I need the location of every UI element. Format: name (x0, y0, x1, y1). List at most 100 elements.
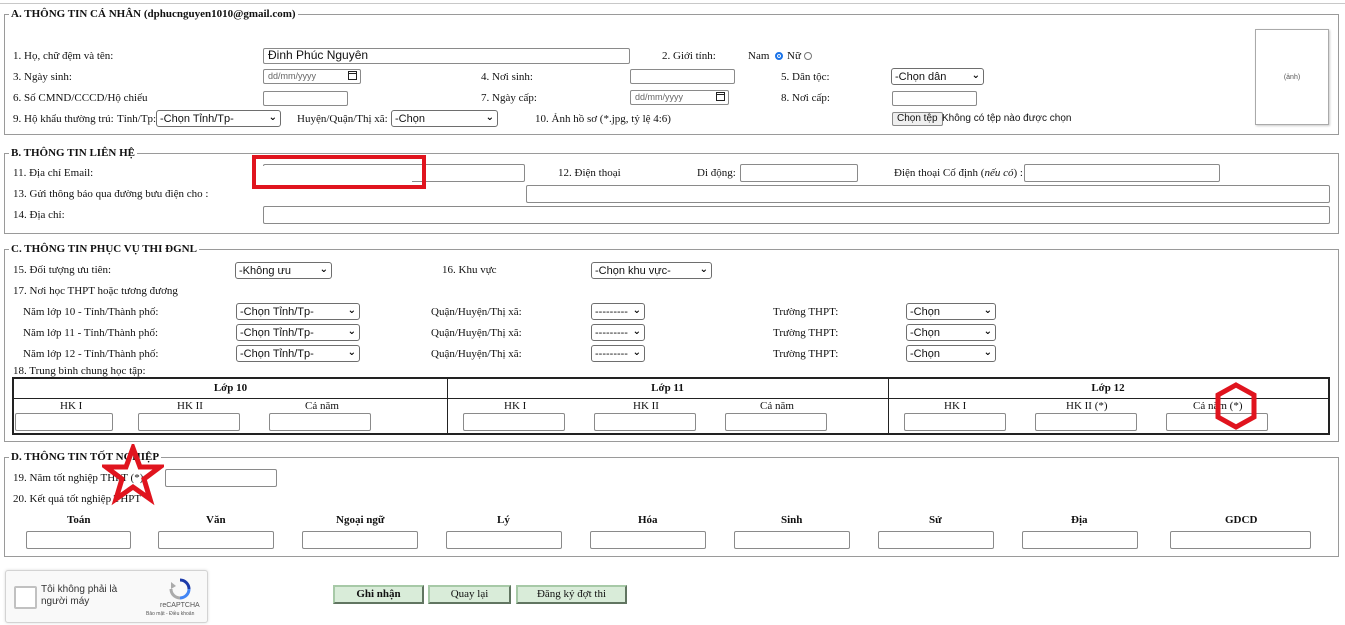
grade12-school-select[interactable]: -Chọn trường- ⌄ (906, 345, 996, 362)
email-redaction (262, 166, 412, 182)
gpa-grade12-hk2-input[interactable] (1035, 413, 1137, 431)
subject-label-geography: Địa (1071, 514, 1088, 526)
grade11-district-label: Quận/Huyện/Thị xã: (431, 327, 522, 339)
chevron-down-icon: ⌄ (347, 347, 356, 358)
gpa-grade10-hk1-input[interactable] (15, 413, 113, 431)
subject-label-literature: Văn (206, 514, 226, 526)
grade11-school-select[interactable]: -Chọn trường- ⌄ (906, 324, 996, 341)
full-name-input[interactable]: Đinh Phúc Nguyên (263, 48, 630, 64)
priority-select-value: -Không ưu tiên- (239, 265, 292, 277)
grade10-district-select[interactable]: ---------- ⌄ (591, 303, 645, 320)
calendar-icon[interactable] (348, 71, 357, 80)
gender-male-radio[interactable] (775, 52, 783, 60)
gpa-grade10-hk2-input[interactable] (138, 413, 240, 431)
chevron-down-icon: ⌄ (632, 326, 641, 337)
score-biology-input[interactable] (734, 531, 850, 549)
grade12-district-value: ---------- (595, 348, 628, 360)
annotation-star-icon (102, 444, 164, 506)
gpa-grade11-hk1-input[interactable] (463, 413, 565, 431)
region-select[interactable]: -Chọn khu vực- ⌄ (591, 262, 712, 279)
section-exam-info-legend: C. THÔNG TIN PHỤC VỤ THI ĐGNL (11, 243, 197, 255)
score-geography-input[interactable] (1022, 531, 1138, 549)
grade12-year-label: Năm lớp 12 - Tỉnh/Thành phố: (23, 348, 159, 360)
score-history-input[interactable] (878, 531, 994, 549)
recaptcha-label: Tôi không phải là người máy (41, 584, 118, 607)
score-physics-input[interactable] (446, 531, 562, 549)
gender-male-label: Nam (748, 50, 770, 62)
score-literature-input[interactable] (158, 531, 274, 549)
gpa-label: 18. Trung bình chung học tập: (13, 365, 146, 377)
ethnicity-select[interactable]: -Chọn dân tộc- ⌄ (891, 68, 984, 85)
subject-label-physics: Lý (497, 514, 510, 526)
subject-label-biology: Sinh (781, 514, 803, 526)
gpa-grade10-year-input[interactable] (269, 413, 371, 431)
mobile-label: Di động: (697, 167, 736, 179)
recaptcha-widget: Tôi không phải là người máy reCAPTCHA Bả… (5, 570, 208, 623)
dob-date-input[interactable]: dd/mm/yyyy (263, 69, 361, 84)
profile-photo-placeholder: (ảnh) (1255, 29, 1329, 125)
grade12-province-select[interactable]: -Chọn Tỉnh/Tp- ⌄ (236, 345, 360, 362)
landline-input[interactable] (1024, 164, 1220, 182)
residence-district-select[interactable]: -Chọn Quận/Huyện- ⌄ (391, 110, 498, 127)
ethnicity-label: 5. Dân tộc: (781, 71, 830, 83)
priority-select[interactable]: -Không ưu tiên- ⌄ (235, 262, 332, 279)
chevron-down-icon: ⌄ (319, 264, 328, 275)
grade12-district-select[interactable]: ---------- ⌄ (591, 345, 645, 362)
gender-label: 2. Giới tính: (662, 50, 716, 62)
grade11-province-select[interactable]: -Chọn Tỉnh/Tp- ⌄ (236, 324, 360, 341)
grade11-district-select[interactable]: ---------- ⌄ (591, 324, 645, 341)
grade12-province-value: -Chọn Tỉnh/Tp- (240, 348, 314, 360)
score-foreign-language-input[interactable] (302, 531, 418, 549)
grade11-province-value: -Chọn Tỉnh/Tp- (240, 327, 314, 339)
id-number-input[interactable] (263, 91, 348, 106)
gpa-grade12-hk1-input[interactable] (904, 413, 1006, 431)
gpa-col-label: Cả năm (305, 400, 339, 412)
score-civics-input[interactable] (1170, 531, 1311, 549)
submit-button[interactable]: Ghi nhận (333, 585, 424, 604)
dob-label: 3. Ngày sinh: (13, 71, 72, 83)
score-math-input[interactable] (26, 531, 131, 549)
recaptcha-links[interactable]: Bảo mật - Điều khoản (146, 611, 194, 617)
grade11-year-label: Năm lớp 11 - Tỉnh/Thành phố: (23, 327, 159, 339)
postal-recipient-input[interactable] (526, 185, 1330, 203)
gender-female-label: Nữ (787, 50, 801, 62)
annotation-highlight-box (252, 155, 426, 189)
residence-province-value: -Chọn Tỉnh/Tp- (160, 113, 234, 125)
gpa-grade11-hk2-input[interactable] (594, 413, 696, 431)
recaptcha-checkbox[interactable] (14, 586, 37, 609)
birthplace-input[interactable] (630, 69, 735, 84)
region-label: 16. Khu vực (442, 264, 497, 276)
grade11-district-value: ---------- (595, 327, 628, 339)
address-input[interactable] (263, 206, 1330, 224)
grade10-district-label: Quận/Huyện/Thị xã: (431, 306, 522, 318)
gpa-grade11-year-input[interactable] (725, 413, 827, 431)
chevron-down-icon: ⌄ (983, 347, 992, 358)
choose-file-button[interactable]: Chọn tệp (892, 112, 943, 126)
gpa-table: Lớp 10 Lớp 11 Lớp 12 HK I HK II Cả năm H… (12, 377, 1330, 435)
chevron-down-icon: ⌄ (268, 112, 277, 123)
issue-date-placeholder: dd/mm/yyyy (635, 92, 684, 102)
annotation-hexagon-icon (1215, 382, 1257, 430)
grade11-school-value: -Chọn trường- (910, 327, 940, 339)
phone-label: 12. Điện thoại (558, 167, 621, 179)
grade10-school-label: Trường THPT: (773, 306, 839, 318)
calendar-icon[interactable] (716, 92, 725, 101)
subject-label-foreign-language: Ngoại ngữ (336, 514, 385, 526)
issue-place-input[interactable] (892, 91, 977, 106)
postal-recipient-label: 13. Gửi thông báo qua đường bưu điện cho… (13, 188, 209, 200)
score-chemistry-input[interactable] (590, 531, 706, 549)
issue-date-input[interactable]: dd/mm/yyyy (630, 90, 729, 105)
mobile-input[interactable] (740, 164, 858, 182)
grade10-province-select[interactable]: -Chọn Tỉnh/Tp- ⌄ (236, 303, 360, 320)
section-personal-info-legend: A. THÔNG TIN CÁ NHÂN (dphucnguyen1010@gm… (11, 8, 296, 20)
residence-province-select[interactable]: -Chọn Tỉnh/Tp- ⌄ (156, 110, 281, 127)
gpa-col-label: HK II (177, 400, 203, 412)
grade10-school-value: -Chọn trường- (910, 306, 940, 318)
full-name-label: 1. Họ, chữ đệm và tên: (13, 50, 114, 62)
grade10-school-select[interactable]: -Chọn trường- ⌄ (906, 303, 996, 320)
back-button[interactable]: Quay lại (428, 585, 511, 604)
dob-placeholder: dd/mm/yyyy (268, 71, 317, 81)
gender-female-radio[interactable] (804, 52, 812, 60)
graduation-year-input[interactable] (165, 469, 277, 487)
register-exam-button[interactable]: Đăng ký đợt thi (516, 585, 627, 604)
